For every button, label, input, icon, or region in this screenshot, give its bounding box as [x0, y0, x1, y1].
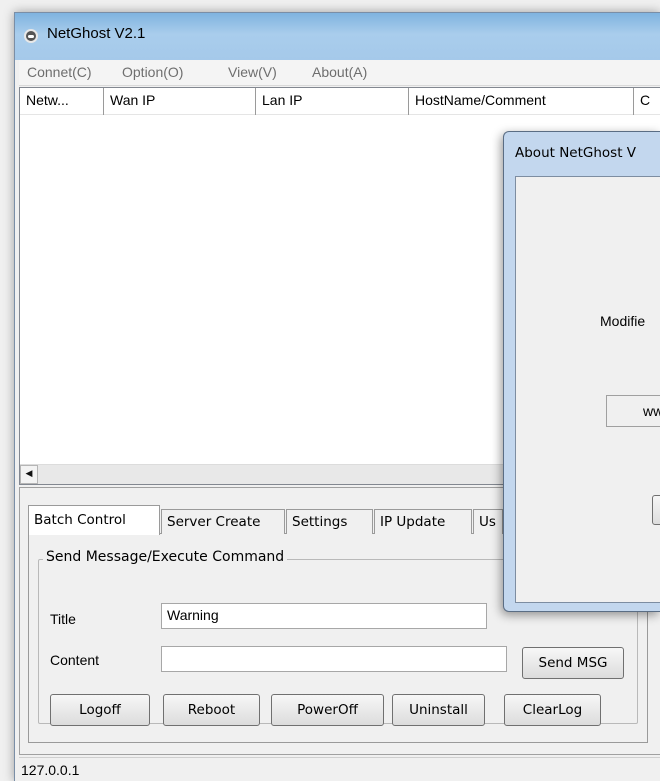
scroll-left-icon[interactable]: ◀ [20, 465, 38, 484]
window-title: NetGhost V2.1 [47, 25, 146, 42]
column-wan-ip[interactable]: Wan IP [104, 88, 256, 115]
column-hostname-comment[interactable]: HostName/Comment [409, 88, 634, 115]
tab-batch-control[interactable]: Batch Control [28, 505, 160, 535]
tab-settings[interactable]: Settings [286, 509, 373, 534]
about-ok-button[interactable] [652, 495, 660, 525]
menu-option[interactable]: Option(O) [122, 64, 183, 80]
menu-bar: Connet(C) Option(O) View(V) About(A) [19, 60, 660, 86]
title-label: Title [50, 611, 76, 627]
content-label: Content [50, 652, 100, 668]
column-extra[interactable]: C [634, 88, 660, 115]
column-lan-ip[interactable]: Lan IP [256, 88, 409, 115]
column-network[interactable]: Netw... [20, 88, 104, 115]
ghost-app-icon [24, 29, 38, 43]
status-bar: 127.0.0.1 [19, 757, 660, 781]
menu-about[interactable]: About(A) [312, 64, 367, 80]
about-dialog-title[interactable]: About NetGhost V [515, 145, 636, 161]
title-input[interactable]: Warning [161, 603, 487, 629]
title-bar[interactable]: NetGhost V2.1 [15, 13, 660, 60]
about-dialog-body: Modifie ww [515, 176, 660, 603]
menu-connect[interactable]: Connet(C) [27, 64, 92, 80]
clearlog-button[interactable]: ClearLog [504, 694, 601, 726]
about-dialog: About NetGhost V Modifie ww [503, 131, 660, 612]
logoff-button[interactable]: Logoff [50, 694, 150, 726]
list-header: Netw... Wan IP Lan IP HostName/Comment C [20, 88, 660, 115]
status-ip: 127.0.0.1 [21, 762, 80, 778]
content-input[interactable] [161, 646, 507, 672]
poweroff-button[interactable]: PowerOff [271, 694, 384, 726]
tab-server-create[interactable]: Server Create [161, 509, 285, 534]
send-msg-button[interactable]: Send MSG [522, 647, 624, 679]
about-modified-text: Modifie [600, 313, 646, 329]
tab-ip-update[interactable]: IP Update [374, 509, 472, 534]
group-title: Send Message/Execute Command [43, 549, 288, 565]
reboot-button[interactable]: Reboot [163, 694, 260, 726]
about-website-field[interactable]: ww [606, 395, 660, 427]
tab-user[interactable]: Us [473, 509, 503, 534]
menu-view[interactable]: View(V) [228, 64, 277, 80]
uninstall-button[interactable]: Uninstall [392, 694, 485, 726]
